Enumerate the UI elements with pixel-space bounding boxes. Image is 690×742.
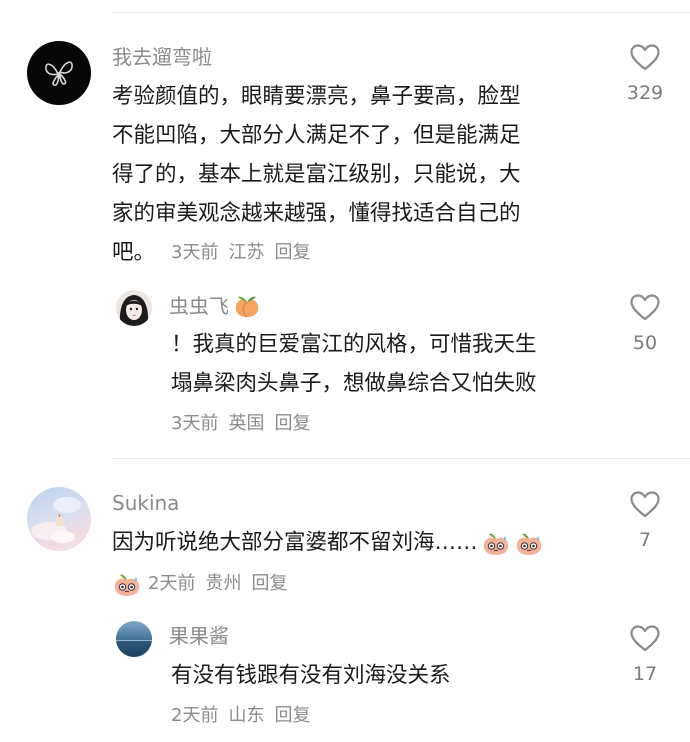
comment-text-line: 得了的，基本上就是富江级别，只能说，大	[112, 162, 521, 187]
avatar[interactable]	[116, 621, 152, 657]
section-divider	[112, 458, 690, 459]
reply-time: 3天前	[171, 413, 219, 434]
reply-button[interactable]: 回复	[251, 572, 287, 596]
like-count: 329	[626, 82, 664, 104]
like-button[interactable]: 7	[615, 491, 675, 552]
comment-meta: 2天前 贵州 回复	[112, 569, 287, 599]
heart-icon	[630, 44, 660, 71]
heart-icon	[630, 625, 660, 652]
heart-icon	[630, 294, 660, 321]
like-button[interactable]: 17	[615, 625, 675, 686]
sweat-peach-emoji-icon	[114, 574, 140, 596]
avatar[interactable]	[27, 487, 91, 551]
comment-text-line: 家的审美观念越来越强，懂得找适合自己的	[112, 201, 521, 226]
reply-location: 山东	[228, 705, 265, 726]
reply-button[interactable]: 回复	[274, 241, 310, 265]
avatar[interactable]	[116, 290, 152, 326]
like-button[interactable]: 329	[615, 44, 675, 105]
comment-time: 2天前	[148, 573, 196, 594]
comment-text-line: 考验颜值的，眼睛要漂亮，鼻子要高，脸型	[112, 84, 521, 109]
comment-username[interactable]: 我去遛弯啦	[112, 44, 212, 70]
comment-text: 因为听说绝大部分富婆都不留刘海……	[112, 524, 544, 562]
comment-meta: 3天前 江苏 回复	[171, 241, 310, 265]
reply-text-line: 塌鼻梁肉头鼻子，想做鼻综合又怕失败	[171, 371, 537, 396]
reply-username[interactable]: 果果酱	[169, 623, 229, 649]
peach-emoji-icon	[235, 296, 259, 318]
comment-text-line: 吧。	[112, 240, 156, 265]
cloud-avatar-icon	[31, 497, 81, 543]
reply-meta: 2天前 山东 回复	[171, 704, 310, 728]
like-count: 7	[638, 529, 652, 551]
reply-text: 有没有钱跟有没有刘海没关系	[171, 663, 451, 688]
comment-location: 贵州	[205, 573, 242, 594]
like-button[interactable]: 50	[615, 294, 675, 355]
like-count: 17	[632, 663, 658, 685]
reply-location: 英国	[228, 413, 265, 434]
sweat-peach-emoji-icon	[516, 533, 541, 555]
comment-location: 江苏	[228, 242, 265, 263]
heart-icon	[630, 491, 660, 518]
ocean-avatar-icon	[116, 640, 152, 657]
comment-text-line: 不能凹陷，大部分人满足不了，但是能满足	[112, 123, 521, 148]
reply-text-line: ！我真的巨爱富江的风格，可惜我天生	[171, 332, 537, 357]
reply-button[interactable]: 回复	[274, 704, 310, 728]
like-count: 50	[632, 332, 658, 354]
comment-time: 3天前	[171, 242, 219, 263]
reply-username[interactable]: 虫虫飞	[169, 293, 261, 319]
reply-time: 2天前	[171, 705, 219, 726]
comment-username[interactable]: Sukina	[112, 490, 179, 516]
avatar[interactable]	[27, 41, 91, 105]
girl-avatar-icon	[119, 295, 149, 326]
comment-text-content: 因为听说绝大部分富婆都不留刘海……	[112, 530, 478, 555]
sweat-peach-emoji-icon	[483, 533, 508, 555]
reply-username-text: 虫虫飞	[169, 294, 229, 318]
reply-meta: 3天前 英国 回复	[171, 412, 310, 436]
reply-button[interactable]: 回复	[274, 412, 310, 436]
butterfly-avatar-icon	[45, 61, 73, 86]
top-divider	[112, 12, 690, 13]
